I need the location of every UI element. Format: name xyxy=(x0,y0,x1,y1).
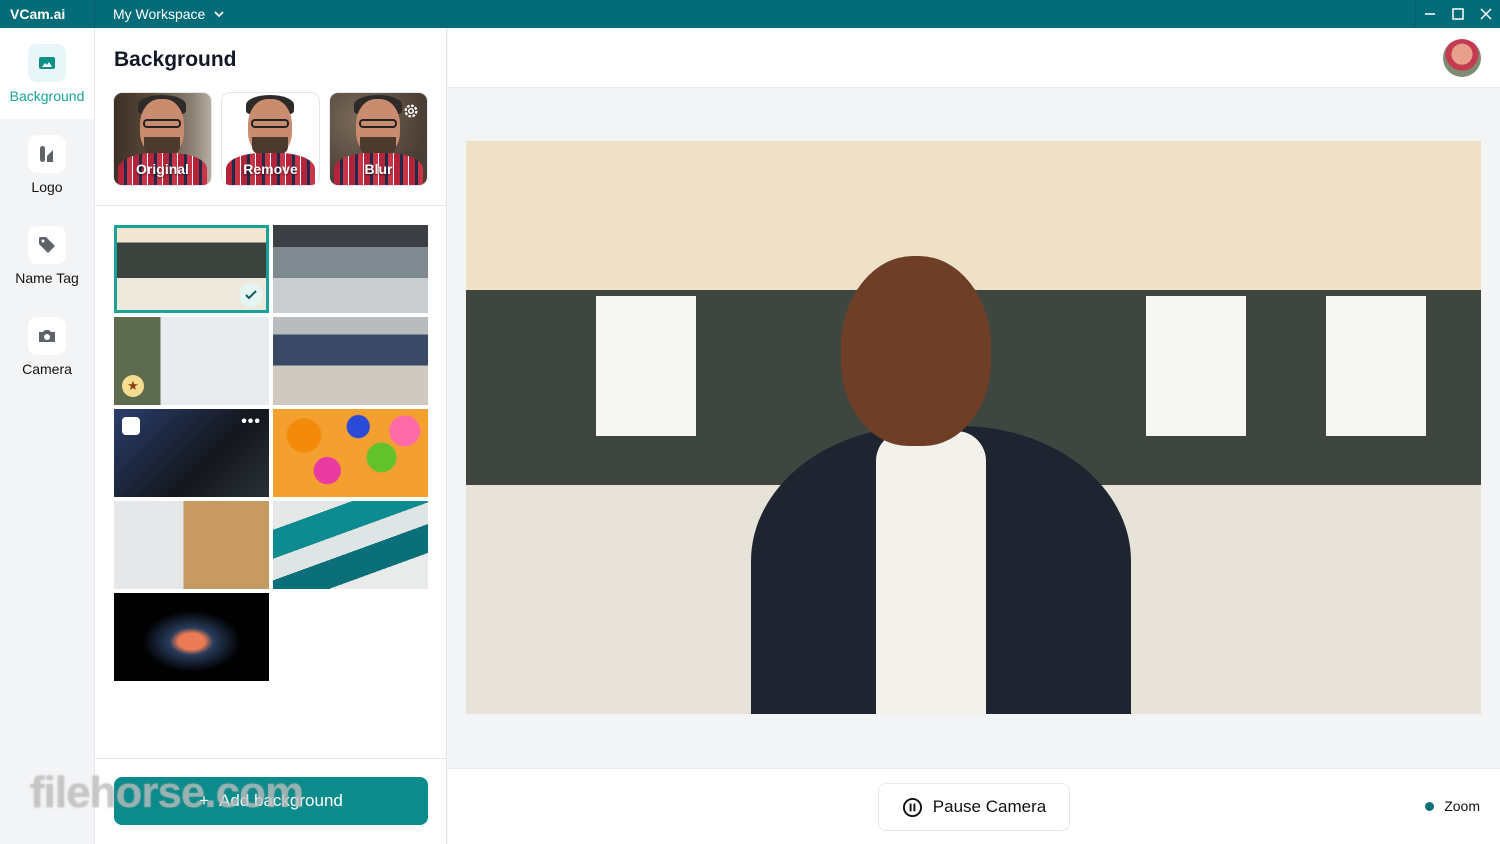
status-dot-icon xyxy=(1425,801,1435,811)
background-thumb-office-plant[interactable]: ★ xyxy=(114,317,269,405)
minimize-button[interactable] xyxy=(1416,0,1444,28)
pause-camera-button[interactable]: Pause Camera xyxy=(878,783,1070,831)
mode-label: Blur xyxy=(364,161,393,177)
gear-icon[interactable] xyxy=(402,102,420,120)
background-thumb-bright-office[interactable] xyxy=(114,225,269,313)
logo-icon xyxy=(40,145,53,162)
sidebar-item-label: Logo xyxy=(31,178,63,195)
presenter xyxy=(721,216,1141,714)
zoom-status: Zoom xyxy=(1425,798,1480,814)
panel-title: Background xyxy=(114,48,237,71)
add-background-label: Add background xyxy=(219,791,343,810)
check-icon xyxy=(245,290,257,300)
divider xyxy=(95,758,447,759)
close-icon xyxy=(1480,8,1492,20)
app-name: VCam.ai xyxy=(0,0,95,28)
background-thumb-blue-corridor[interactable] xyxy=(273,317,428,405)
chevron-down-icon xyxy=(214,11,224,18)
close-button[interactable] xyxy=(1472,0,1500,28)
mode-original[interactable]: Original xyxy=(114,93,211,185)
background-thumb-teal-marble[interactable] xyxy=(273,501,428,589)
add-background-button[interactable]: + Add background xyxy=(114,777,428,825)
pause-camera-label: Pause Camera xyxy=(932,797,1047,816)
sidebar-item-label: Background xyxy=(9,87,85,104)
mode-label: Remove xyxy=(243,161,298,177)
minimize-icon xyxy=(1425,13,1435,15)
sidebar-item-camera[interactable]: Camera xyxy=(0,301,94,392)
mode-blur[interactable]: Blur xyxy=(330,93,427,185)
workspace-label: My Workspace xyxy=(113,6,206,22)
title-bar: VCam.ai My Workspace xyxy=(0,0,1500,28)
background-thumb-laptop[interactable] xyxy=(114,593,269,681)
more-options-icon[interactable]: ••• xyxy=(241,414,261,430)
sidebar-item-background[interactable]: Background xyxy=(0,28,94,119)
divider xyxy=(95,205,447,206)
sidebar-item-logo[interactable]: Logo xyxy=(0,119,94,210)
main-footer: Pause Camera Zoom xyxy=(448,768,1500,844)
background-modes: Original Remove Blur xyxy=(114,93,427,185)
background-panel: Background Original Remove Blur ★ ••• + … xyxy=(95,28,447,844)
main-header xyxy=(448,28,1500,88)
background-thumb-glass-meeting-room[interactable] xyxy=(273,225,428,313)
camera-icon xyxy=(39,329,55,342)
status-label: Zoom xyxy=(1444,798,1480,814)
sidebar-item-label: Camera xyxy=(22,360,72,377)
sidebar-nav: Background Logo Name Tag Camera xyxy=(0,28,95,844)
workspace-selector[interactable]: My Workspace xyxy=(113,6,225,22)
sidebar-item-label: Name Tag xyxy=(15,269,79,286)
background-grid: ★ ••• xyxy=(114,225,428,681)
background-thumb-candy[interactable] xyxy=(273,409,428,497)
background-thumb-gaming-room[interactable]: ••• xyxy=(114,409,269,497)
avatar[interactable] xyxy=(1443,39,1481,77)
maximize-button[interactable] xyxy=(1444,0,1472,28)
mode-remove[interactable]: Remove xyxy=(222,93,319,185)
tag-icon xyxy=(39,236,55,253)
camera-preview xyxy=(466,141,1481,714)
maximize-icon xyxy=(1452,8,1464,20)
image-icon xyxy=(39,56,55,69)
plus-icon: + xyxy=(199,791,210,810)
background-thumb-living-room[interactable] xyxy=(114,501,269,589)
pause-icon xyxy=(902,797,922,817)
star-icon: ★ xyxy=(122,375,144,397)
mode-label: Original xyxy=(136,161,189,177)
sidebar-item-name-tag[interactable]: Name Tag xyxy=(0,210,94,301)
select-checkbox[interactable] xyxy=(122,417,140,435)
